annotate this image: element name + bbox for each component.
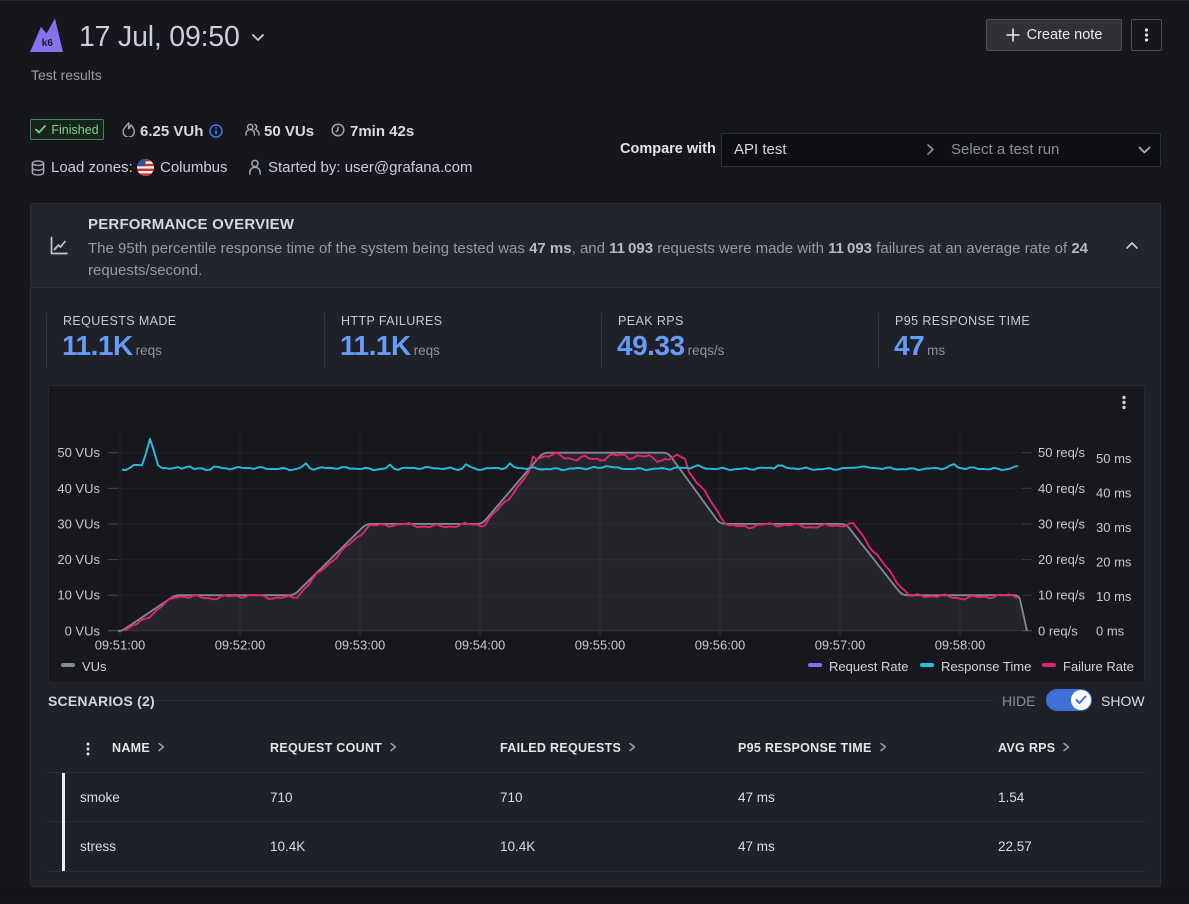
svg-text:50 VUs: 50 VUs — [57, 445, 100, 460]
svg-text:10 VUs: 10 VUs — [57, 588, 100, 603]
svg-text:0 req/s: 0 req/s — [1038, 623, 1078, 638]
svg-text:09:51:00: 09:51:00 — [95, 638, 146, 653]
svg-text:30 ms: 30 ms — [1096, 520, 1132, 535]
svg-text:30 VUs: 30 VUs — [57, 516, 100, 531]
svg-text:09:56:00: 09:56:00 — [695, 638, 746, 653]
svg-text:Failure Rate: Failure Rate — [1063, 659, 1134, 674]
svg-text:40 req/s: 40 req/s — [1038, 481, 1085, 496]
svg-text:Request Rate: Request Rate — [829, 659, 909, 674]
svg-text:30 req/s: 30 req/s — [1038, 516, 1085, 531]
svg-text:09:52:00: 09:52:00 — [215, 638, 266, 653]
svg-text:50 ms: 50 ms — [1096, 451, 1132, 466]
svg-text:20 VUs: 20 VUs — [57, 552, 100, 567]
svg-text:Response Time: Response Time — [941, 659, 1031, 674]
svg-text:0 VUs: 0 VUs — [65, 623, 101, 638]
svg-text:k6: k6 — [42, 38, 54, 49]
svg-text:40 VUs: 40 VUs — [57, 481, 100, 496]
svg-text:40 ms: 40 ms — [1096, 486, 1132, 501]
svg-text:09:58:00: 09:58:00 — [935, 638, 986, 653]
svg-text:10 req/s: 10 req/s — [1038, 588, 1085, 603]
svg-text:09:57:00: 09:57:00 — [815, 638, 866, 653]
svg-text:09:54:00: 09:54:00 — [455, 638, 506, 653]
svg-text:50 req/s: 50 req/s — [1038, 445, 1085, 460]
svg-text:VUs: VUs — [82, 659, 107, 674]
svg-text:10 ms: 10 ms — [1096, 589, 1132, 604]
svg-text:20 ms: 20 ms — [1096, 554, 1132, 569]
svg-text:09:55:00: 09:55:00 — [575, 638, 626, 653]
svg-text:0 ms: 0 ms — [1096, 623, 1125, 638]
svg-text:09:53:00: 09:53:00 — [335, 638, 386, 653]
svg-text:20 req/s: 20 req/s — [1038, 552, 1085, 567]
